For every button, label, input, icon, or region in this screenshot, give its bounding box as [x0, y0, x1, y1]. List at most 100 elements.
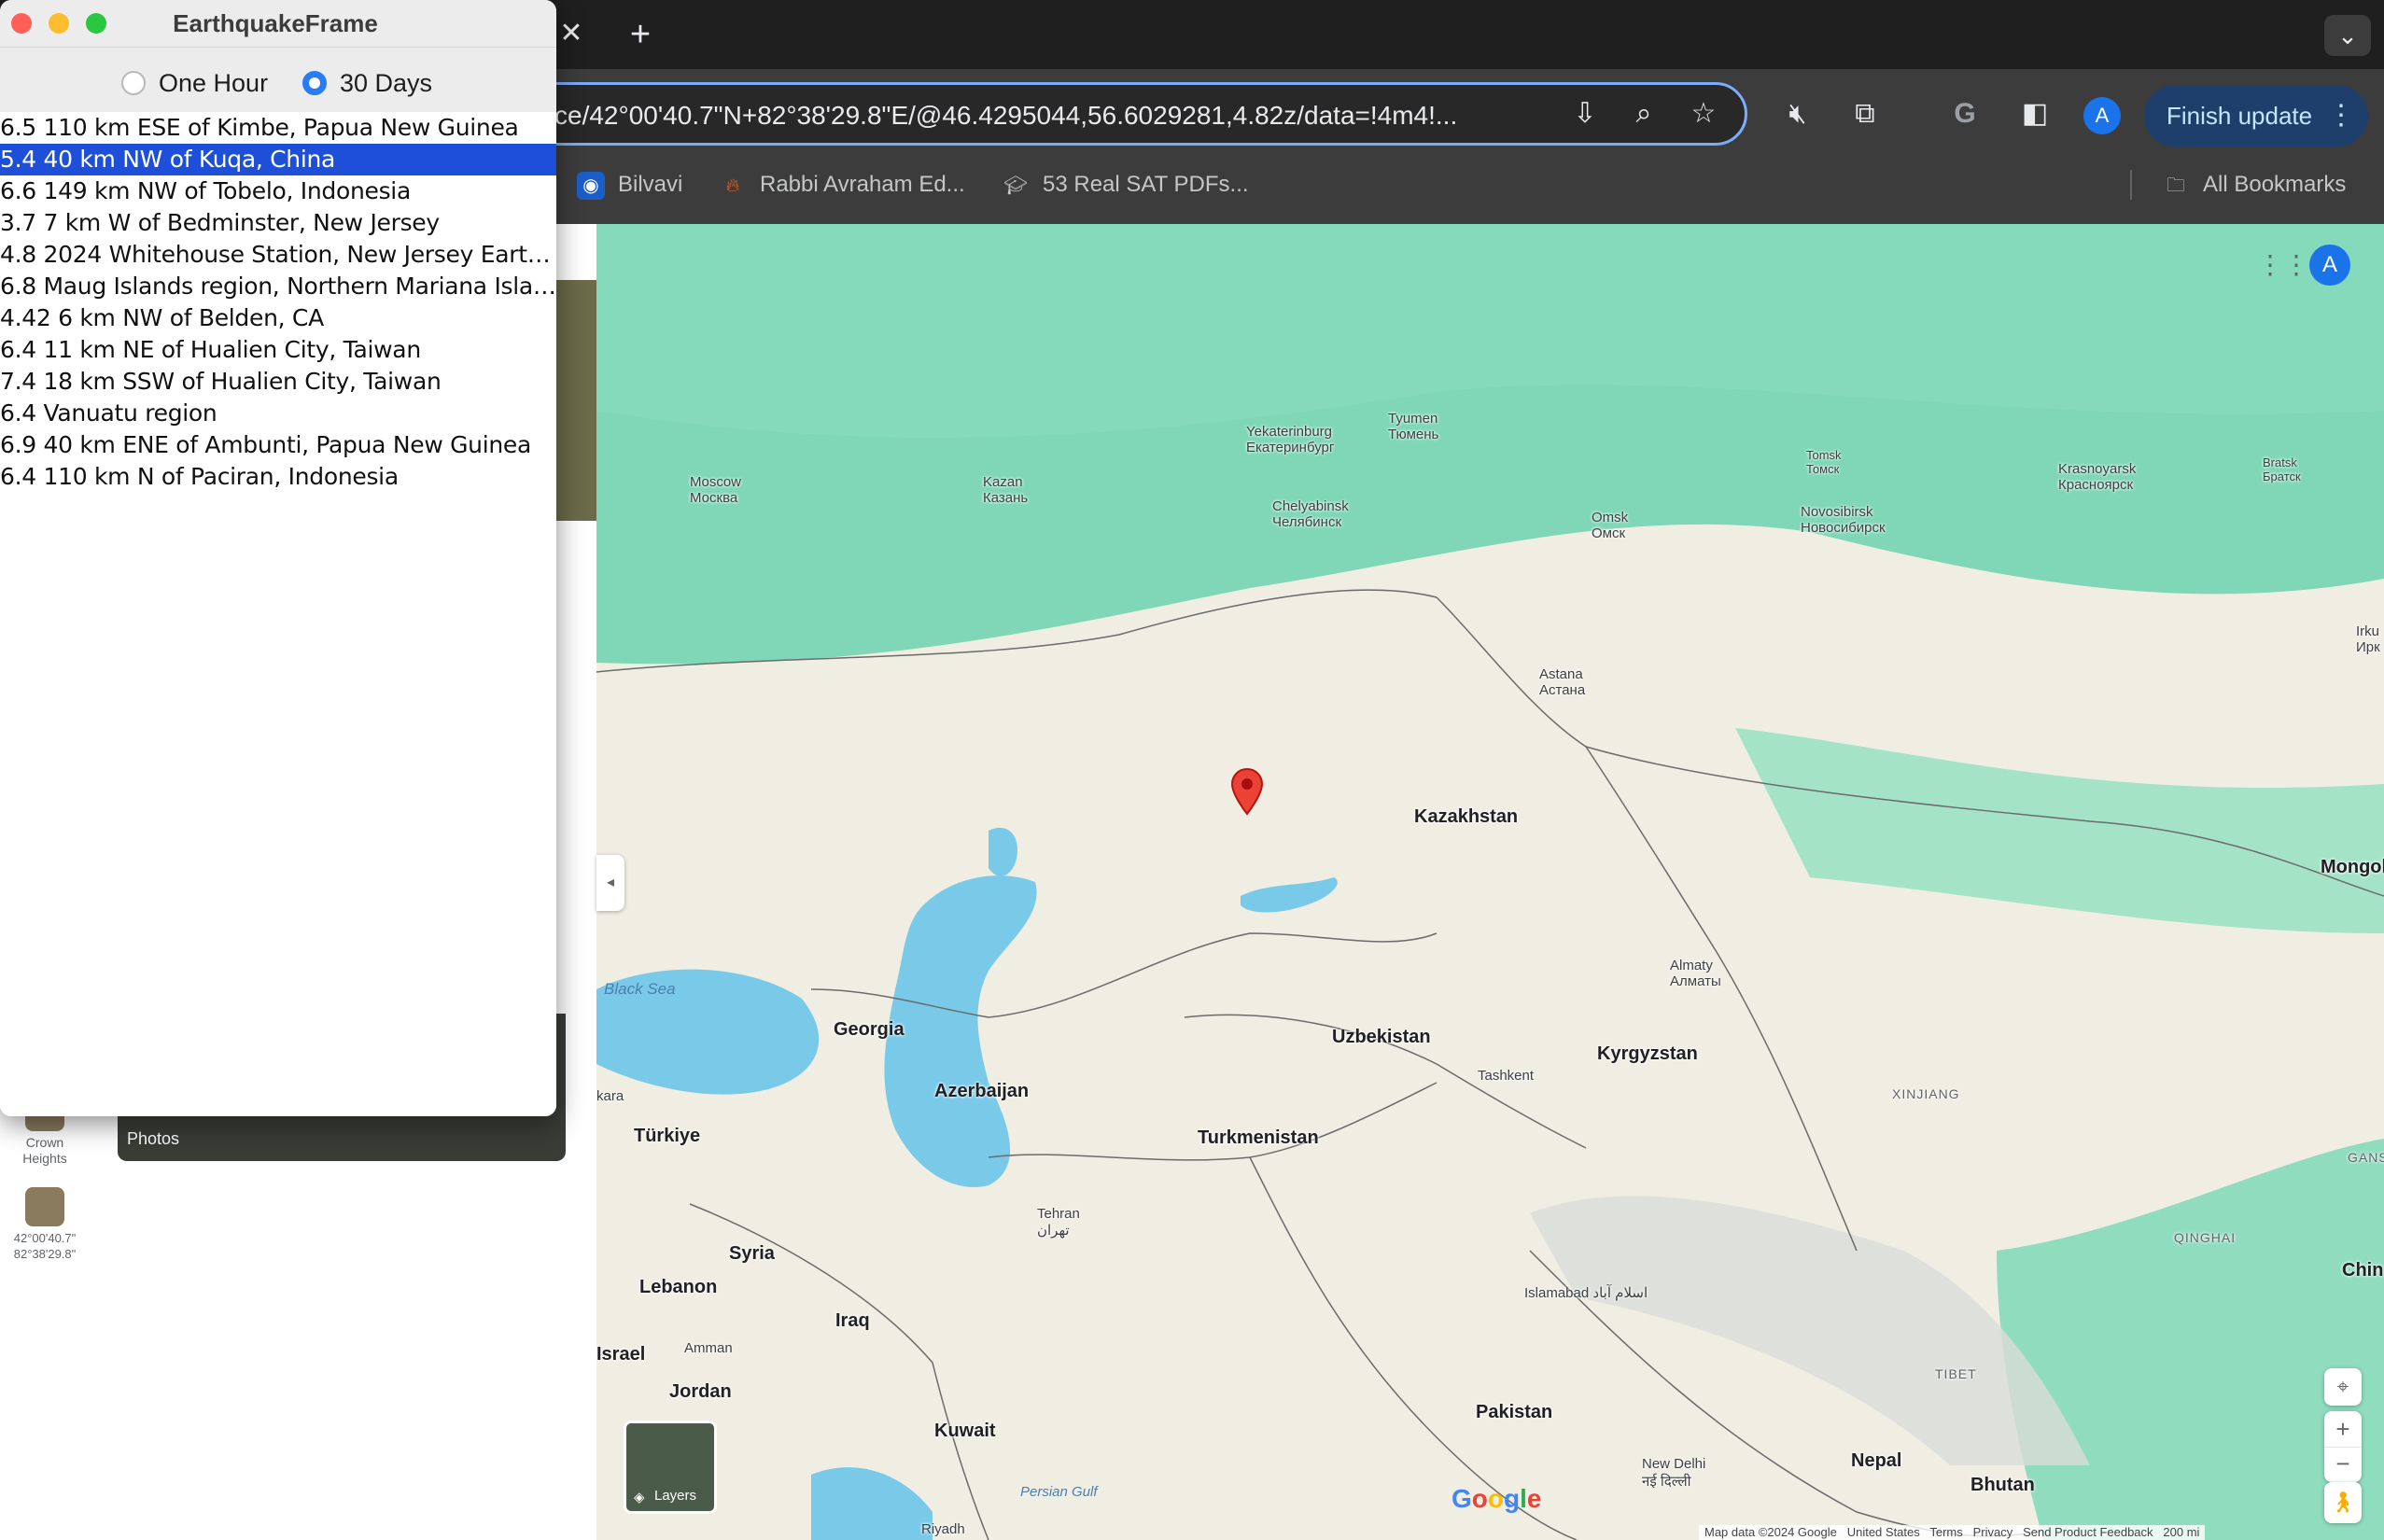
layers-button[interactable]: ◈ Layers: [624, 1421, 717, 1514]
earthquake-list-item[interactable]: 6.6 149 km NW of Tobelo, Indonesia: [0, 175, 556, 207]
earthquake-list-item[interactable]: 4.8 2024 Whitehouse Station, New Jersey …: [0, 239, 556, 271]
map-terrain: [596, 224, 2384, 1540]
side-panel-icon[interactable]: ◧: [2014, 92, 2055, 135]
recent-place-coordinates[interactable]: 42°00'40.7" 82°38'29.8": [0, 1187, 90, 1262]
zoom-controls: + −: [2324, 1411, 2362, 1482]
bilvavi-favicon-icon: ◉: [577, 171, 605, 200]
feedback-link[interactable]: Send Product Feedback: [2023, 1525, 2153, 1539]
scale-bar[interactable]: 200 mi: [2163, 1525, 2199, 1539]
map-label-yekaterinburg: Yekaterinburg Екатеринбург: [1246, 424, 1335, 455]
map-label-chelyabinsk: Chelyabinsk Челябинск: [1272, 498, 1349, 530]
place-thumbnail: [25, 1187, 64, 1226]
map-label-new-delhi: New Delhi नई दिल्ली: [1642, 1456, 1706, 1490]
finish-update-label: Finish update: [2167, 102, 2313, 130]
place-hero-photo[interactable]: [555, 280, 596, 521]
rail-label: 42°00'40.7": [13, 1231, 77, 1245]
bookmark-label: 53 Real SAT PDFs...: [1043, 172, 1249, 197]
layers-label: Layers: [654, 1488, 697, 1504]
install-app-icon[interactable]: ⇩: [1564, 92, 1606, 135]
radio-30-days[interactable]: 30 Days: [302, 68, 432, 98]
map-label-almaty: Almaty Алматы: [1670, 958, 1721, 989]
earthquake-frame-window: EarthquakeFrame One Hour 30 Days 6.5 110…: [0, 0, 556, 1116]
tab-close-icon[interactable]: ✕: [555, 13, 587, 54]
map-label-krasnoyarsk: Krasnoyarsk Красноярск: [2058, 461, 2137, 493]
crosshair-icon: ⌖: [2336, 1375, 2349, 1398]
my-location-button[interactable]: ⌖: [2324, 1368, 2362, 1406]
map-label-persian-gulf: Persian Gulf: [1020, 1484, 1098, 1500]
google-apps-icon[interactable]: ⋮⋮⋮: [2257, 246, 2335, 284]
zoom-in-button[interactable]: +: [2324, 1411, 2362, 1447]
map-label-kuwait: Kuwait: [934, 1421, 996, 1441]
zoom-icon[interactable]: ⌕: [1623, 92, 1664, 135]
map-label-lebanon: Lebanon: [639, 1277, 718, 1297]
rail-label: 82°38'29.8": [13, 1247, 77, 1261]
map-label-black-sea: Black Sea: [604, 980, 676, 998]
address-bar-url[interactable]: ce/42°00'40.7"N+82°38'29.8"E/@46.4295044…: [554, 99, 1558, 133]
map-label-kyrgyzstan: Kyrgyzstan: [1597, 1043, 1698, 1064]
map-label-kara: kara: [596, 1088, 624, 1104]
bookmark-bilvavi[interactable]: ◉ Bilvavi: [577, 166, 682, 203]
earthquake-list-item[interactable]: 3.7 7 km W of Bedminster, New Jersey: [0, 207, 556, 239]
all-bookmarks-button[interactable]: 🗀 All Bookmarks: [2162, 166, 2346, 203]
map-label-israel: Israel: [596, 1344, 646, 1365]
earthquake-list-item[interactable]: 6.8 Maug Islands region, Northern Marian…: [0, 271, 556, 302]
bookmark-star-icon[interactable]: ☆: [1683, 92, 1724, 135]
radio-unchecked-icon: [121, 71, 146, 95]
earthquake-list-item[interactable]: 6.5 110 km ESE of Kimbe, Papua New Guine…: [0, 112, 556, 144]
maps-account-avatar[interactable]: A: [2309, 245, 2350, 286]
earthquake-list-item[interactable]: 4.42 6 km NW of Belden, CA: [0, 302, 556, 334]
extensions-icon[interactable]: ⧉: [1844, 92, 1886, 135]
map-canvas[interactable]: Moscow Москва Kazan Казань Yekaterinburg Ек…: [596, 224, 2384, 1540]
map-label-xinjiang: XINJIANG: [1892, 1086, 1960, 1101]
map-label-moscow: Moscow Москва: [690, 474, 742, 506]
terms-link[interactable]: Terms: [1929, 1525, 1962, 1539]
map-label-azerbaijan: Azerbaijan: [934, 1081, 1030, 1101]
earthquake-list-item[interactable]: 6.4 11 km NE of Hualien City, Taiwan: [0, 334, 556, 366]
earthquake-list-item[interactable]: 6.4 110 km N of Paciran, Indonesia: [0, 461, 556, 493]
map-label-tomsk: Tomsk Томск: [1806, 448, 1842, 476]
google-lens-icon[interactable]: G: [1944, 92, 1985, 135]
photos-label: Photos: [127, 1129, 180, 1148]
collapse-panel-button[interactable]: ◂: [596, 855, 624, 911]
map-label-turkiye: Türkiye: [634, 1126, 701, 1146]
new-tab-button[interactable]: +: [621, 11, 660, 58]
bookmark-label: Rabbi Avraham Ed...: [760, 172, 965, 197]
map-label-bratsk: Bratsk Братск: [2263, 455, 2301, 483]
bookmark-sat-pdfs[interactable]: 🎓︎ 53 Real SAT PDFs...: [1002, 166, 1249, 203]
earthquake-list[interactable]: 6.5 110 km ESE of Kimbe, Papua New Guine…: [0, 112, 556, 1116]
map-label-iraq: Iraq: [835, 1310, 870, 1331]
window-titlebar: EarthquakeFrame: [0, 0, 556, 48]
pegman-icon[interactable]: 🚶︎: [2324, 1482, 2362, 1523]
map-label-tashkent: Tashkent: [1478, 1068, 1535, 1084]
map-label-islamabad: Islamabad اسلام آباد: [1524, 1285, 1648, 1301]
map-label-jordan: Jordan: [669, 1381, 732, 1402]
bookmark-rabbi-avraham[interactable]: 🔥︎ Rabbi Avraham Ed...: [719, 166, 965, 203]
map-label-nepal: Nepal: [1851, 1450, 1902, 1471]
region-link[interactable]: United States: [1847, 1525, 1920, 1539]
map-label-turkmenistan: Turkmenistan: [1198, 1127, 1319, 1148]
map-label-georgia: Georgia: [834, 1019, 905, 1040]
google-logo: Google: [1451, 1484, 1542, 1513]
earthquake-list-item-selected[interactable]: 5.4 40 km NW of Kuqa, China: [0, 144, 556, 175]
finish-update-button[interactable]: Finish update ⋮: [2144, 85, 2368, 147]
radio-one-hour[interactable]: One Hour: [121, 68, 268, 98]
tab-search-button[interactable]: ⌄: [2324, 15, 2371, 56]
window-title: EarthquakeFrame: [173, 9, 378, 37]
zoom-out-button[interactable]: −: [2324, 1447, 2362, 1483]
mute-icon[interactable]: 🔇︎: [1777, 92, 1818, 135]
map-label-qinghai: QINGHAI: [2174, 1230, 2237, 1245]
radio-checked-icon: [302, 71, 327, 95]
map-label-mongolia: Mongoli: [2321, 857, 2384, 877]
earthquake-list-item[interactable]: 6.4 Vanuatu region: [0, 398, 556, 429]
layers-icon: ◈: [634, 1490, 645, 1505]
map-label-gansu: GANSU: [2348, 1150, 2384, 1165]
earthquake-list-item[interactable]: 7.4 18 km SSW of Hualien City, Taiwan: [0, 366, 556, 398]
map-label-novosibirsk: Novosibirsk Новосибирск: [1801, 504, 1886, 536]
rail-label: Heights: [22, 1151, 67, 1166]
rail-label: Crown: [25, 1135, 64, 1150]
location-pin-icon[interactable]: [1230, 767, 1264, 816]
privacy-link[interactable]: Privacy: [1973, 1525, 2013, 1539]
profile-avatar[interactable]: A: [2083, 97, 2121, 134]
earthquake-list-item[interactable]: 6.9 40 km ENE of Ambunti, Papua New Guin…: [0, 429, 556, 461]
map-label-tibet: TIBET: [1935, 1366, 1977, 1381]
